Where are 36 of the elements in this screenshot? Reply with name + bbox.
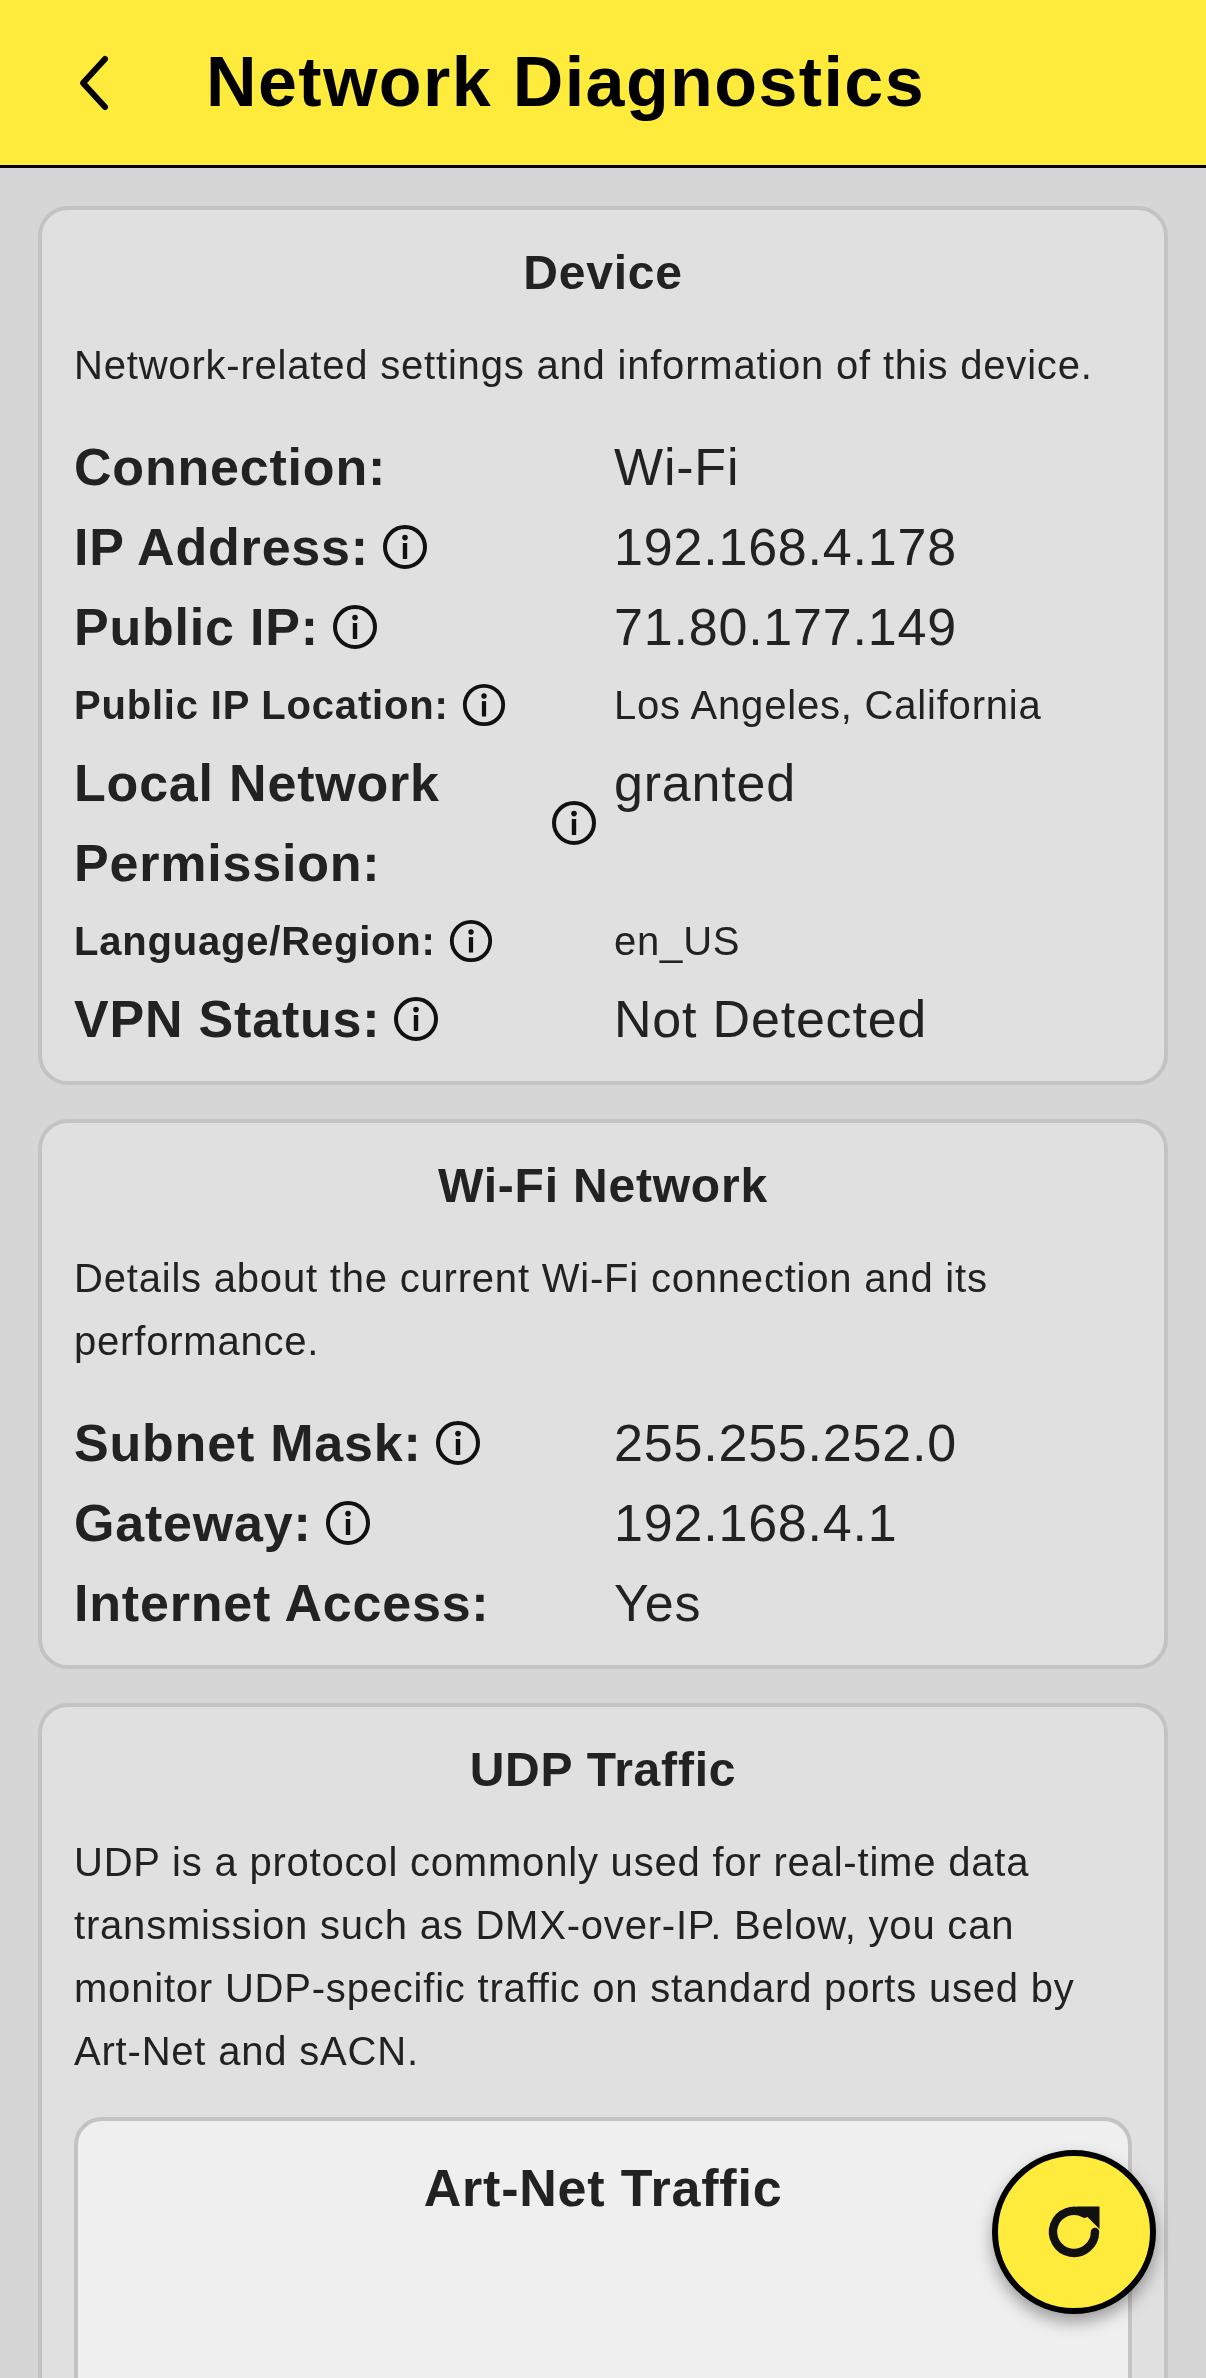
field-value: 192.168.4.178 [614,517,958,578]
card-title: Wi-Fi Network [437,1158,769,1214]
field-label: Local Network Permission: [74,753,441,894]
field-value: 255.255.252.0 [614,1413,958,1474]
field-label: Public IP Location: [74,682,449,729]
field-label: Internet Access: [74,1573,490,1634]
field-value: Wi-Fi [614,437,741,498]
card-description: Details about the current Wi-Fi connection and its performance. [74,1255,989,1365]
info-icon[interactable] [447,918,494,964]
field-value: granted [614,753,797,814]
card-title: UDP Traffic [468,1742,738,1798]
info-icon[interactable] [460,682,507,728]
screen-title: Network Diagnostics [206,42,925,123]
field-value: 71.80.177.149 [614,597,958,658]
card-description: Network-related settings and information of this device. [74,342,1094,389]
field-label: IP Address: [74,517,369,578]
field-label: Gateway: [74,1493,312,1554]
field-value: 192.168.4.1 [614,1493,899,1554]
field-value: Los Angeles, California [614,682,1043,729]
field-value: en_US [614,918,742,965]
field-label: Public IP: [74,597,319,658]
info-icon[interactable] [433,1419,482,1467]
info-icon[interactable] [380,523,429,571]
field-value: Not Detected [614,989,929,1050]
info-icon[interactable] [323,1499,372,1547]
field-label: Language/Region: [74,918,436,965]
card-description: UDP is a protocol commonly used for real-time data transmission such as DMX-over-IP. Below, you can monitor UDP-specific traffic on standard ports used by Art-Net and sACN. [74,1839,1076,2075]
info-icon[interactable] [550,799,598,847]
field-label: Subnet Mask: [74,1413,422,1474]
info-icon[interactable] [392,995,441,1043]
field-label: Connection: [74,437,387,498]
card-title: Device [522,245,684,301]
field-label: VPN Status: [74,989,381,1050]
info-icon[interactable] [330,603,379,651]
field-value: Yes [614,1573,703,1634]
card-title: Art-Net Traffic [422,2158,784,2219]
